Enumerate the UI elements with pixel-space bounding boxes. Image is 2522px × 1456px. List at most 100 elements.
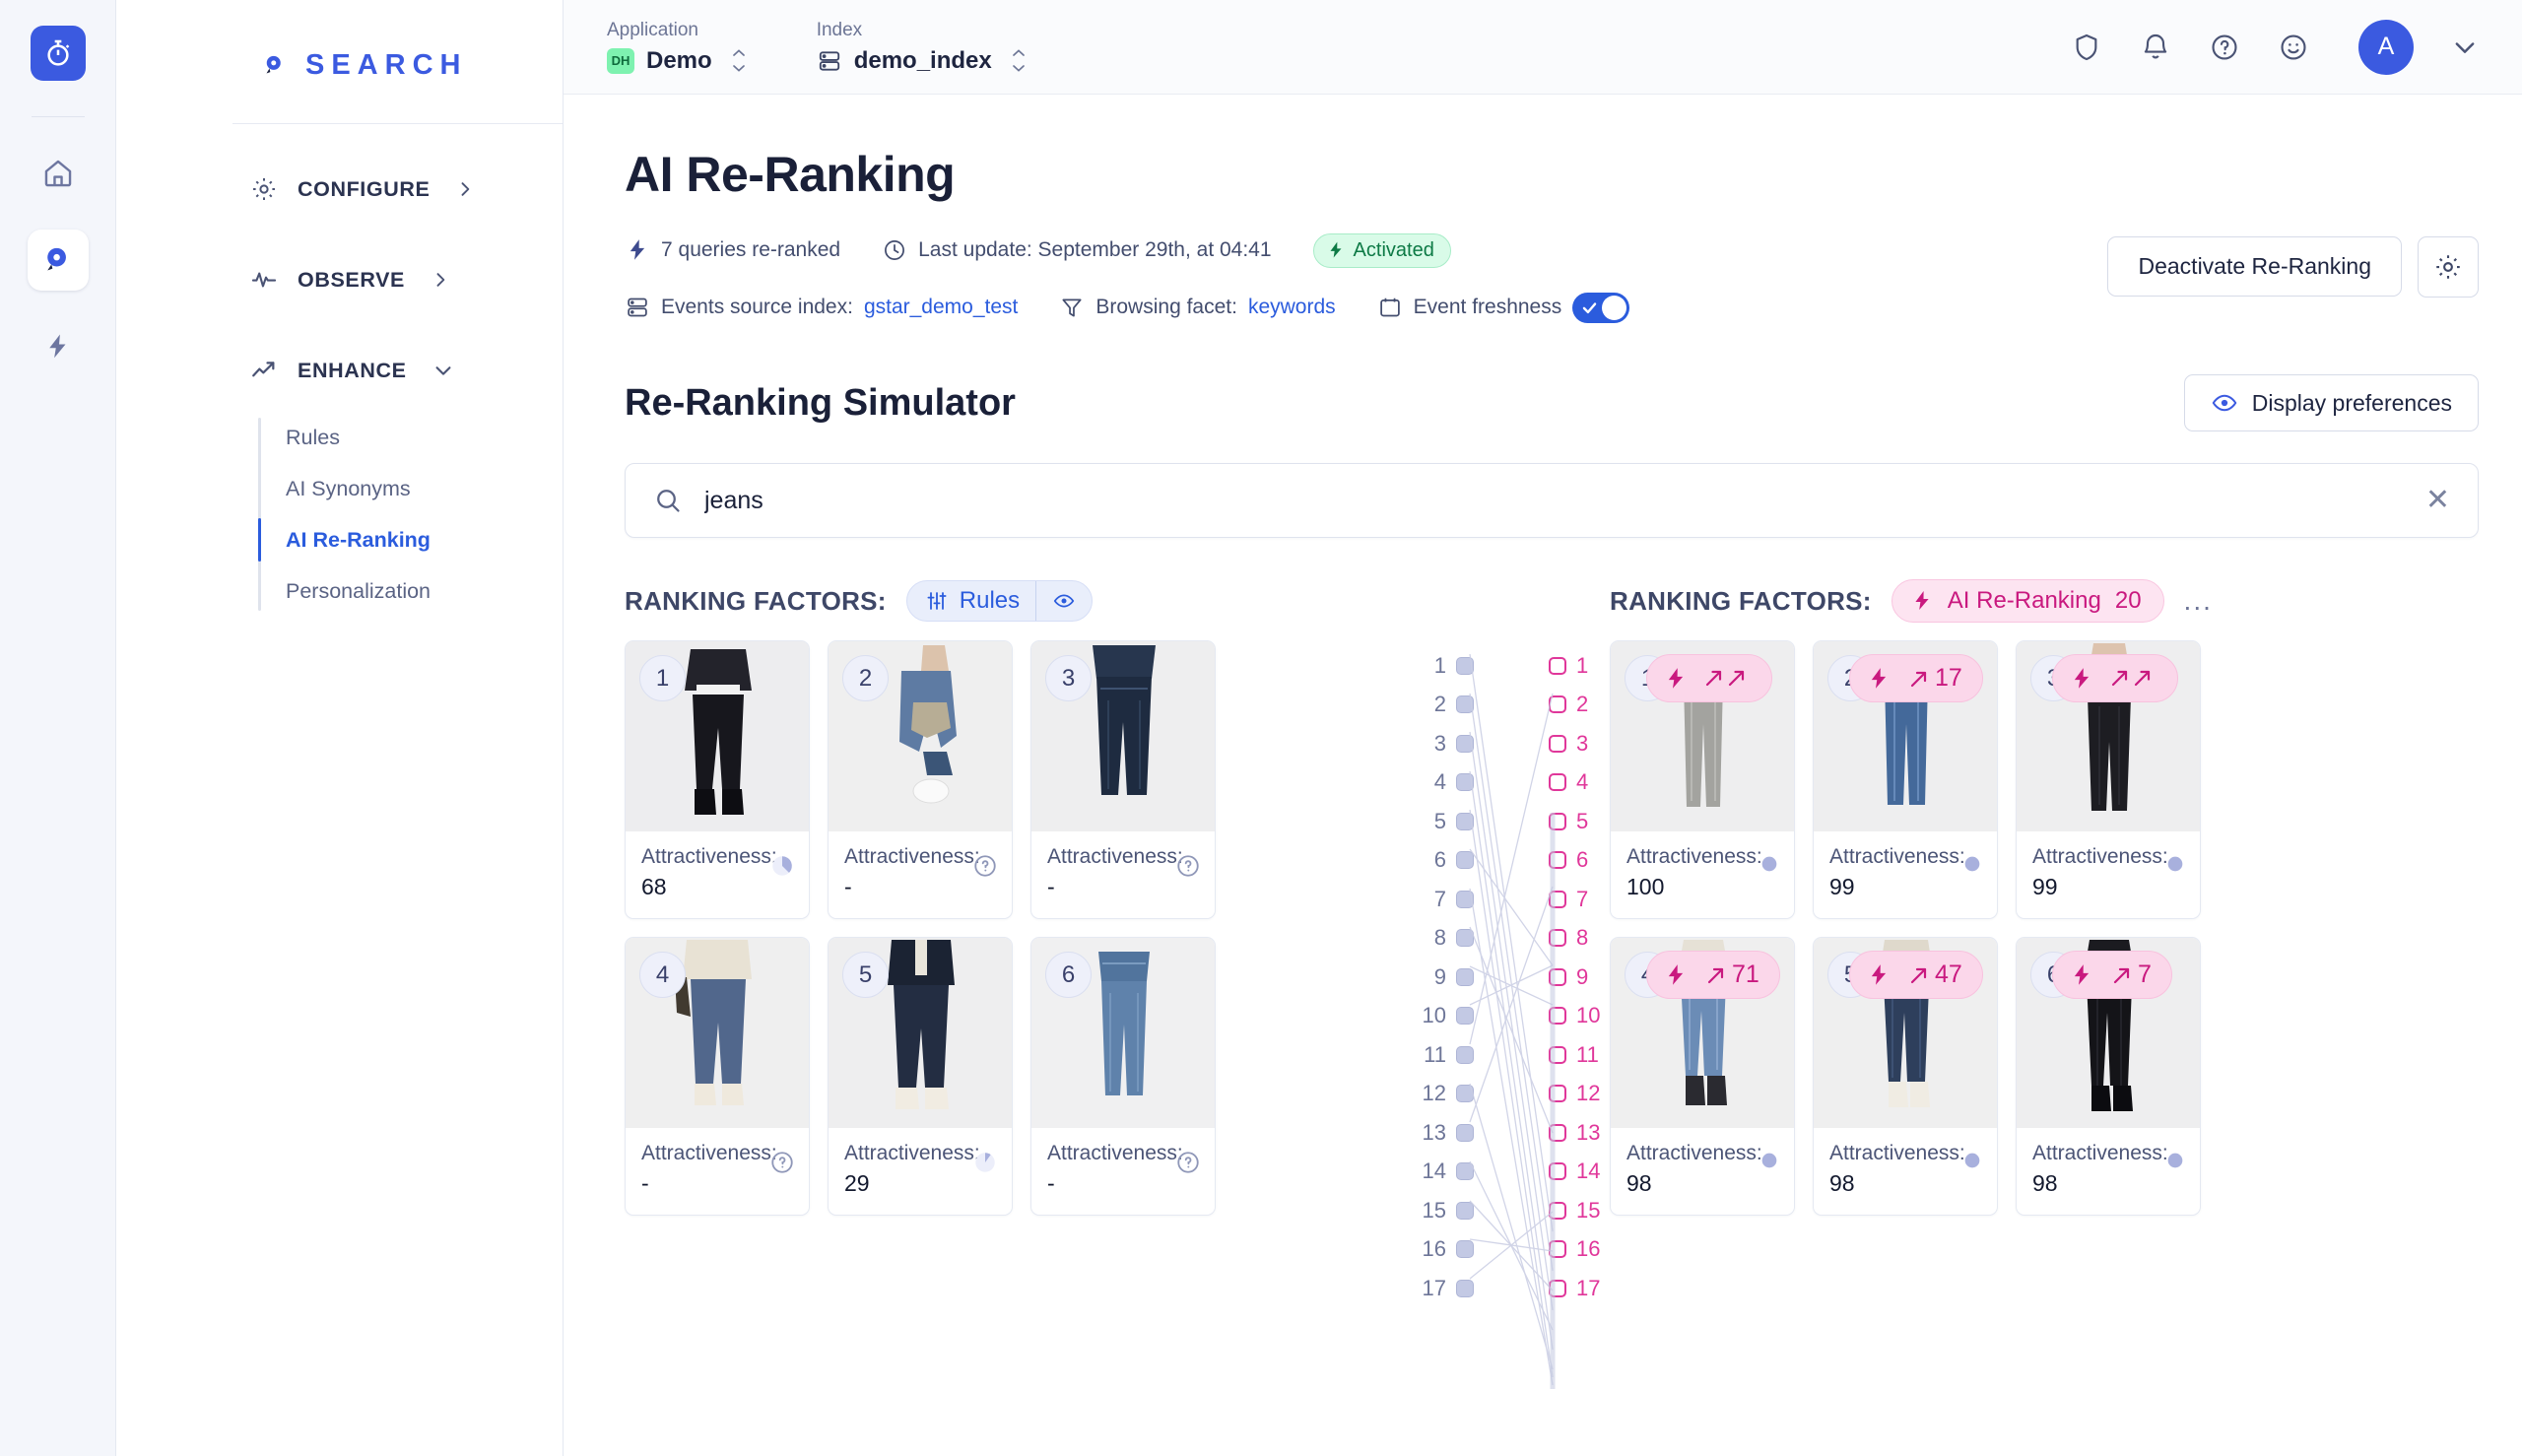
event-freshness-toggle[interactable] [1572,292,1630,323]
attractiveness-value: 100 [1626,874,1665,899]
position-marker [1549,967,1566,986]
display-preferences-button[interactable]: Display preferences [2183,374,2479,431]
question-icon[interactable] [769,1150,795,1180]
status-badge-text: Activated [1353,238,1434,261]
sidebar-item-personalization[interactable]: Personalization [258,565,563,617]
sidebar-item-rules[interactable]: Rules [258,412,563,463]
arrow-up-right-icon [1910,671,1927,687]
rank-badge: 1 [639,655,686,701]
shield-icon[interactable] [2071,32,2102,63]
list-item: 5 [1413,802,1474,841]
app-logo[interactable] [30,26,86,81]
rules-chip-eye-button[interactable] [1036,581,1092,621]
card-body: Attractiveness: 100 [1611,831,1794,918]
rail-item-automation[interactable] [28,316,89,377]
position-marker [1549,1279,1566,1297]
result-card[interactable]: 1 Attractiveness: 100 [1610,640,1795,919]
product-image: 1 [626,641,809,831]
ai-chip-count: 20 [2114,587,2142,614]
more-factors-button[interactable]: ... [2184,585,2213,617]
question-icon[interactable] [1175,853,1201,884]
clear-search-button[interactable]: ✕ [2425,486,2450,515]
position-marker [1456,695,1474,714]
result-card[interactable]: 4 71 Attractiveness: 98 [1610,937,1795,1216]
sidebar-group-enhance[interactable]: ENHANCE [116,345,563,396]
list-item: 14 [1413,1153,1474,1192]
chevron-updown-icon[interactable] [1010,48,1028,73]
page-actions: Deactivate Re-Ranking [2107,231,2479,298]
arrow-up-right-icon [1707,967,1724,983]
check-icon [1583,301,1597,313]
sidebar-item-ai-re-ranking[interactable]: AI Re-Ranking [258,514,563,565]
question-icon[interactable] [972,853,998,884]
position-number: 2 [1576,692,1589,717]
index-selector[interactable]: Index demo_index [817,20,1028,75]
dot-icon [1961,1150,1983,1176]
rail-item-home[interactable] [28,143,89,204]
gear-icon [253,178,275,200]
ai-re-ranking-chip[interactable]: AI Re-Ranking 20 [1891,579,2164,623]
bolt-icon [1871,667,1887,689]
bell-icon[interactable] [2140,32,2171,63]
list-item: 14 [1549,1153,1610,1192]
ai-chip-label: AI Re-Ranking [1947,587,2101,614]
position-marker [1456,1162,1474,1181]
brand: SEARCH [116,0,563,82]
settings-button[interactable] [2418,236,2479,298]
result-card[interactable]: 4 Attractiveness: - [625,937,810,1216]
position-marker [1456,1123,1474,1142]
queries-reranked-text: 7 queries re-ranked [661,238,841,261]
question-icon[interactable] [1175,1150,1201,1180]
browsing-facet-value[interactable]: keywords [1248,296,1336,319]
result-card[interactable]: 2 17 Attractiveness: 99 [1813,640,1998,919]
result-card[interactable]: 3 Attractiveness: - [1030,640,1216,919]
result-card[interactable]: 6 7 Attractiveness: 98 [2016,937,2201,1216]
deactivate-re-ranking-button[interactable]: Deactivate Re-Ranking [2107,236,2402,297]
result-card[interactable]: 2 Attractiveness: - [828,640,1013,919]
bolt-icon [2074,667,2090,689]
search-icon [657,490,680,512]
product-image: 2 [829,641,1012,831]
ranking-factors-row: RANKING FACTORS: Rules RANKING FACTORS: … [625,579,2479,623]
ranking-factors-label-left: RANKING FACTORS: [625,585,887,616]
list-item: 13 [1413,1113,1474,1153]
position-marker [1456,656,1474,675]
ranking-factors-label-right: RANKING FACTORS: [1610,585,1872,616]
event-freshness: Event freshness [1377,292,1630,323]
sidebar-group-label: OBSERVE [298,267,405,292]
avatar[interactable]: A [2358,19,2414,75]
result-card[interactable]: 6 Attractiveness: - [1030,937,1216,1216]
result-card[interactable]: 1 Attractiveness: 68 [625,640,810,919]
list-item: 1 [1413,646,1474,686]
attractiveness-value: 99 [2032,874,2058,899]
position-number: 5 [1433,808,1446,833]
rules-chip[interactable]: Rules [905,580,1094,622]
icon-rail [0,0,116,1456]
chevron-down-icon[interactable] [2451,33,2479,61]
result-card[interactable]: 5 Attractiveness: 29 [828,937,1013,1216]
application-selector[interactable]: Application DH Demo [607,20,748,75]
ai-delta-value: 7 [2138,960,2152,988]
position-marker [1549,1007,1566,1026]
ranking-comparison-lists: 1 2 3 4 5 6 7 8 9 10 11 12 13 14 15 16 1… [1413,640,1610,1308]
chevron-updown-icon[interactable] [730,48,748,73]
rail-item-search[interactable] [27,230,89,291]
smiley-icon[interactable] [2278,32,2309,63]
help-circle-icon[interactable] [2209,32,2240,63]
result-card[interactable]: 3 Attractiveness: 99 [2016,640,2201,919]
ai-delta-badge [2052,654,2178,702]
list-item: 15 [1413,1191,1474,1230]
position-marker [1456,734,1474,753]
arrow-up-right-icon [1910,967,1927,983]
sidebar-group-observe[interactable]: OBSERVE [116,254,563,305]
bolt-icon [1915,591,1929,610]
result-card[interactable]: 5 47 Attractiveness: 98 [1813,937,1998,1216]
sidebar-divider [232,123,563,124]
last-update-text: Last update: September 29th, at 04:41 [918,238,1272,261]
events-source-value[interactable]: gstar_demo_test [864,296,1018,319]
simulator-search-bar[interactable]: ✕ [625,463,2479,538]
search-input[interactable] [704,486,2404,515]
sidebar-group-configure[interactable]: CONFIGURE [116,164,563,215]
sidebar-item-ai-synonyms[interactable]: AI Synonyms [258,463,563,514]
position-number: 1 [1433,652,1446,678]
